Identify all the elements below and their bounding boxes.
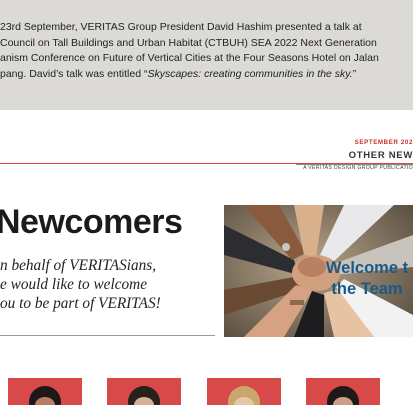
intro-line: e would like to welcome	[0, 276, 147, 293]
person-silhouette-icon	[128, 386, 160, 405]
newcomer-portrait	[207, 378, 281, 405]
photo-caption-line: Welcome t	[325, 259, 409, 277]
newcomer-portrait	[107, 378, 181, 405]
intro-paragraph: n behalf of VERITASians, e would like to…	[0, 256, 161, 313]
talk-title: Skyscapes: creating communities in the s…	[147, 67, 353, 80]
person-silhouette-icon	[327, 386, 359, 405]
closing-quote: ”	[352, 67, 357, 80]
newcomer-portrait	[8, 378, 82, 405]
photo-caption-line: the Team	[331, 280, 403, 298]
article-line: anism Conference on Future of Vertical C…	[0, 52, 379, 64]
intro-line: n behalf of VERITASians,	[0, 257, 157, 274]
article-line-text: pang. David’s talk was entitled “	[0, 67, 148, 80]
photo-caption: Welcome t the Team	[321, 258, 413, 300]
team-hands-photo: Welcome t the Team	[224, 205, 413, 337]
article-line: Council on Tall Buildings and Urban Habi…	[0, 36, 377, 49]
section-heading: Newcomers	[0, 203, 183, 241]
masthead-date: SEPTEMBER 202	[354, 139, 413, 146]
article-line: pang. David’s talk was entitled “Skyscap…	[0, 67, 413, 83]
masthead-subtitle: A VERITAS DESIGN GROUP PUBLICATIO	[303, 165, 413, 171]
person-silhouette-icon	[29, 386, 61, 405]
article-line: 23rd September, VERITAS Group President …	[0, 21, 362, 33]
person-silhouette-icon	[228, 386, 260, 405]
intro-divider	[0, 335, 215, 336]
article-band: 23rd September, VERITAS Group President …	[0, 0, 413, 110]
masthead-title: OTHER NEW	[348, 150, 413, 161]
newcomer-portrait	[306, 378, 380, 405]
article-paragraph: 23rd September, VERITAS Group President …	[0, 20, 413, 82]
intro-line: ou to be part of VERITAS!	[0, 295, 161, 312]
